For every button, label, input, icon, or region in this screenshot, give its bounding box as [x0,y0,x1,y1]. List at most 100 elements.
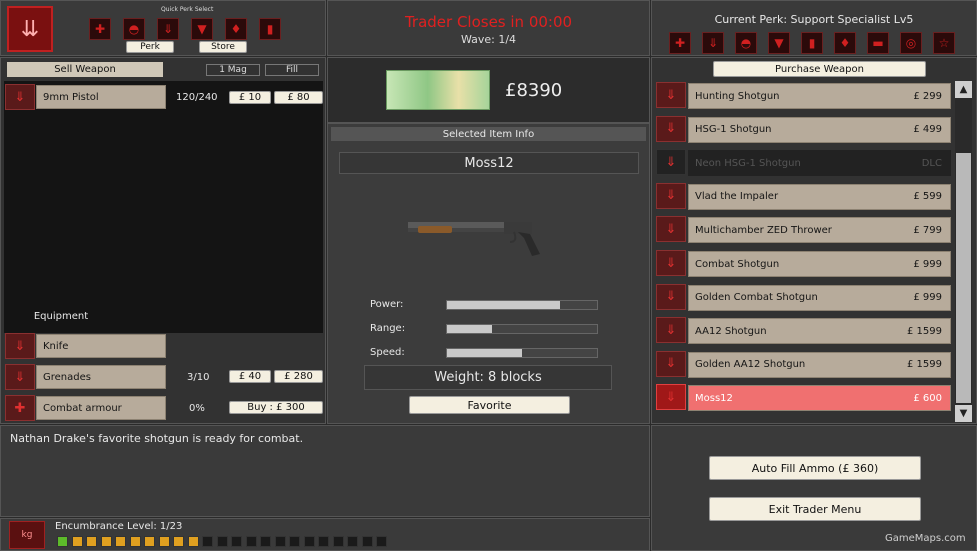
purchase-item-name: Multichamber ZED Thrower [695,224,832,236]
encumbrance-cell [71,536,83,547]
purchase-item-icon[interactable]: ⇓ [656,317,686,344]
trader-logo: ⇊ [7,6,53,52]
purchase-item-icon[interactable]: ⇓ [656,384,686,411]
perk-flame-icon[interactable]: ♦ [834,32,856,54]
buy-armour-button[interactable]: Buy : £ 300 [229,401,323,414]
grenade-count: 3/10 [187,372,210,383]
encumbrance-cell [303,536,315,547]
equipment-name: Grenades [43,371,91,383]
speed-bar [446,348,598,358]
purchase-item-row[interactable]: Moss12 £ 600 [688,385,951,412]
favorite-button[interactable]: Favorite [409,396,570,414]
quick-perk-panel: ⇊ Quick Perk Select ✚ ◓ ⇓ ▼ ♦ ▮ Perk Sto… [0,0,326,56]
banknote-icon [386,70,490,110]
buy-mag-button[interactable]: £ 10 [229,91,271,104]
purchase-item-price: £ 1599 [907,325,942,337]
perk-bullet-icon[interactable]: ▮ [801,32,823,54]
quick-perk-arrow-icon[interactable]: ⇓ [157,18,179,40]
purchase-item-row[interactable]: Vlad the Impaler £ 599 [688,183,951,210]
encumbrance-label: Encumbrance Level: 1/23 [55,521,183,532]
scroll-up-button[interactable]: ▲ [955,81,972,98]
description-panel: Nathan Drake's favorite shotgun is ready… [0,425,650,517]
purchase-item-icon[interactable]: ⇓ [656,149,686,176]
purchase-item-name: Moss12 [695,392,733,404]
encumbrance-cell [202,536,213,547]
quick-perk-shield-icon[interactable]: ◓ [123,18,145,40]
quick-perk-flame-icon[interactable]: ♦ [225,18,247,40]
encumbrance-cell [376,536,387,547]
selected-item-name: Moss12 [339,152,639,174]
selected-item-title: Selected Item Info [331,127,646,141]
scrollbar-thumb[interactable] [956,153,971,403]
grenade-icon[interactable]: ⇓ [5,364,35,390]
perk-boots-icon[interactable]: ▬ [867,32,889,54]
purchase-item-icon[interactable]: ⇓ [656,82,686,108]
current-perk-label: Current Perk: Support Specialist Lv5 [714,13,914,26]
speed-label: Speed: [370,347,405,358]
quick-perk-boots-icon[interactable]: ▮ [259,18,281,40]
auto-fill-ammo-button[interactable]: Auto Fill Ammo (£ 360) [709,456,921,480]
encumbrance-cell [347,536,358,547]
equipment-name: Combat armour [43,402,122,414]
fill-header: Fill [265,64,319,76]
sell-weapon-name: 9mm Pistol [43,91,99,103]
armour-icon[interactable]: ✚ [5,395,35,421]
perk-button[interactable]: Perk [126,41,174,53]
power-bar [446,300,598,310]
purchase-item-price: £ 999 [913,292,942,304]
buy-grenade-button[interactable]: £ 40 [229,370,271,383]
encumbrance-cell [245,536,257,547]
sell-pistol-icon[interactable]: ⇓ [5,84,35,110]
purchase-item-row[interactable]: Combat Shotgun £ 999 [688,251,951,277]
quick-perk-medic-icon[interactable]: ✚ [89,18,111,40]
armour-percent: 0% [189,403,205,414]
encumbrance-cell [158,536,170,547]
perk-arrow-icon[interactable]: ⇓ [702,32,724,54]
selected-item-panel: Selected Item Info Moss12 Power: Range: … [327,123,650,424]
perk-down-icon[interactable]: ▼ [768,32,790,54]
purchase-item-icon[interactable]: ⇓ [656,216,686,243]
perk-target-icon[interactable]: ◎ [900,32,922,54]
trader-closes-timer: Trader Closes in 00:00 [404,13,573,31]
scroll-down-button[interactable]: ▼ [955,405,972,422]
purchase-item-icon[interactable]: ⇓ [656,250,686,276]
watermark-text: GameMaps.com [885,533,966,544]
purchase-item-row[interactable]: Multichamber ZED Thrower £ 799 [688,217,951,244]
purchase-item-row[interactable]: Hunting Shotgun £ 299 [688,83,951,109]
purchase-item-icon[interactable]: ⇓ [656,182,686,209]
knife-icon[interactable]: ⇓ [5,333,35,359]
perk-medic-icon[interactable]: ✚ [669,32,691,54]
equipment-row-knife[interactable]: Knife [36,334,166,358]
purchase-item-row[interactable]: Golden AA12 Shotgun £ 1599 [688,351,951,378]
encumbrance-cell [332,536,344,547]
speed-bar-fill [447,349,522,357]
quick-perk-down-icon[interactable]: ▼ [191,18,213,40]
encumbrance-cell [173,536,184,547]
purchase-item-icon[interactable]: ⇓ [656,283,686,310]
store-button[interactable]: Store [199,41,247,53]
perk-shield-icon[interactable]: ◓ [735,32,757,54]
mag-header: 1 Mag [206,64,260,76]
encumbrance-cell [100,536,112,547]
money-amount: £8390 [505,80,563,101]
encumbrance-cell [289,536,300,547]
purchase-item-row[interactable]: AA12 Shotgun £ 1599 [688,318,951,345]
fill-grenade-button[interactable]: £ 280 [274,370,323,383]
purchase-item-row[interactable]: Golden Combat Shotgun £ 999 [688,284,951,311]
purchase-item-icon[interactable]: ⇓ [656,350,686,377]
sell-list-background [4,81,323,333]
exit-trader-button[interactable]: Exit Trader Menu [709,497,921,521]
scrollbar-track[interactable]: ▲ ▼ [955,81,972,422]
purchase-item-row[interactable]: Neon HSG-1 Shotgun DLC [688,150,951,177]
fill-ammo-button[interactable]: £ 80 [274,91,323,104]
equipment-row-armour[interactable]: Combat armour [36,396,166,420]
encumbrance-cell [57,536,68,547]
purchase-item-price: £ 999 [913,258,942,270]
purchase-item-name: Neon HSG-1 Shotgun [695,157,801,169]
equipment-row-grenades[interactable]: Grenades [36,365,166,389]
perk-star-icon[interactable]: ☆ [933,32,955,54]
purchase-item-row[interactable]: HSG-1 Shotgun £ 499 [688,116,951,143]
purchase-item-icon[interactable]: ⇓ [656,115,686,142]
current-perk-panel: Current Perk: Support Specialist Lv5 ✚ ⇓… [651,0,977,56]
sell-weapon-row[interactable]: 9mm Pistol [36,85,166,109]
